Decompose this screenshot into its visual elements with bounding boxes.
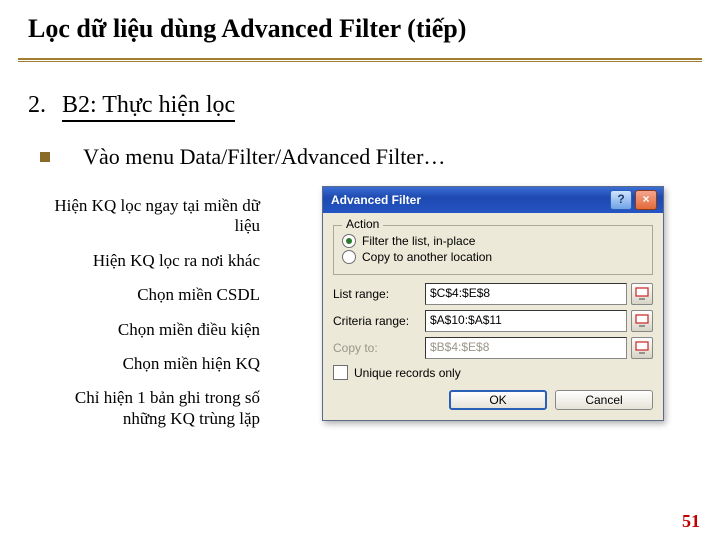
- radio-icon: [342, 234, 356, 248]
- copy-to-row: Copy to: $B$4:$E$8: [333, 337, 653, 359]
- copy-to-input: $B$4:$E$8: [425, 337, 627, 359]
- dialog-button-row: OK Cancel: [333, 390, 653, 410]
- annotation-unique: Chỉ hiện 1 bản ghi trong số những KQ trù…: [30, 388, 260, 429]
- annotation-filter-inplace: Hiện KQ lọc ngay tại miền dữ liệu: [30, 196, 260, 237]
- advanced-filter-dialog: Advanced Filter ? × Action Filter the li…: [322, 186, 664, 421]
- radio-label: Filter the list, in-place: [362, 234, 475, 248]
- annotation-copy-to: Chọn miền hiện KQ: [30, 354, 260, 374]
- list-range-label: List range:: [333, 287, 425, 301]
- action-groupbox: Action Filter the list, in-place Copy to…: [333, 225, 653, 275]
- step-text: B2: Thực hiện lọc: [62, 92, 235, 122]
- step-number: 2.: [28, 92, 46, 118]
- step-heading: 2. B2: Thực hiện lọc: [28, 92, 235, 119]
- range-picker-icon: [635, 287, 649, 301]
- ok-button[interactable]: OK: [449, 390, 547, 410]
- radio-filter-inplace[interactable]: Filter the list, in-place: [342, 234, 644, 248]
- dialog-titlebar[interactable]: Advanced Filter ? ×: [323, 187, 663, 213]
- help-button[interactable]: ?: [610, 190, 632, 210]
- action-legend: Action: [342, 217, 383, 231]
- unique-records-label: Unique records only: [354, 366, 461, 380]
- radio-copy-location[interactable]: Copy to another location: [342, 250, 644, 264]
- slide-title: Lọc dữ liệu dùng Advanced Filter (tiếp): [28, 14, 466, 44]
- radio-icon: [342, 250, 356, 264]
- range-picker-button[interactable]: [631, 310, 653, 332]
- range-picker-icon: [635, 341, 649, 355]
- checkbox-icon: [333, 365, 348, 380]
- criteria-range-row: Criteria range: $A$10:$A$11: [333, 310, 653, 332]
- range-picker-icon: [635, 314, 649, 328]
- title-divider-thin: [18, 61, 702, 62]
- annotation-criteria-range: Chọn miền điều kiện: [30, 320, 260, 340]
- range-picker-button[interactable]: [631, 283, 653, 305]
- bullet-icon: [40, 152, 50, 162]
- dialog-title: Advanced Filter: [331, 193, 421, 207]
- range-picker-button[interactable]: [631, 337, 653, 359]
- cancel-button[interactable]: Cancel: [555, 390, 653, 410]
- page-number: 51: [682, 511, 700, 532]
- criteria-range-label: Criteria range:: [333, 314, 425, 328]
- annotation-filter-copy: Hiện KQ lọc ra nơi khác: [30, 251, 260, 271]
- criteria-range-input[interactable]: $A$10:$A$11: [425, 310, 627, 332]
- copy-to-label: Copy to:: [333, 341, 425, 355]
- unique-records-row[interactable]: Unique records only: [333, 365, 653, 380]
- annotations-column: Hiện KQ lọc ngay tại miền dữ liệu Hiện K…: [30, 196, 260, 443]
- list-range-row: List range: $C$4:$E$8: [333, 283, 653, 305]
- close-button[interactable]: ×: [635, 190, 657, 210]
- dialog-body: Action Filter the list, in-place Copy to…: [323, 213, 663, 420]
- title-divider: [18, 58, 702, 60]
- bullet-item: Vào menu Data/Filter/Advanced Filter…: [40, 144, 445, 170]
- bullet-text: Vào menu Data/Filter/Advanced Filter…: [83, 144, 445, 169]
- radio-label: Copy to another location: [362, 250, 492, 264]
- list-range-input[interactable]: $C$4:$E$8: [425, 283, 627, 305]
- annotation-list-range: Chọn miền CSDL: [30, 285, 260, 305]
